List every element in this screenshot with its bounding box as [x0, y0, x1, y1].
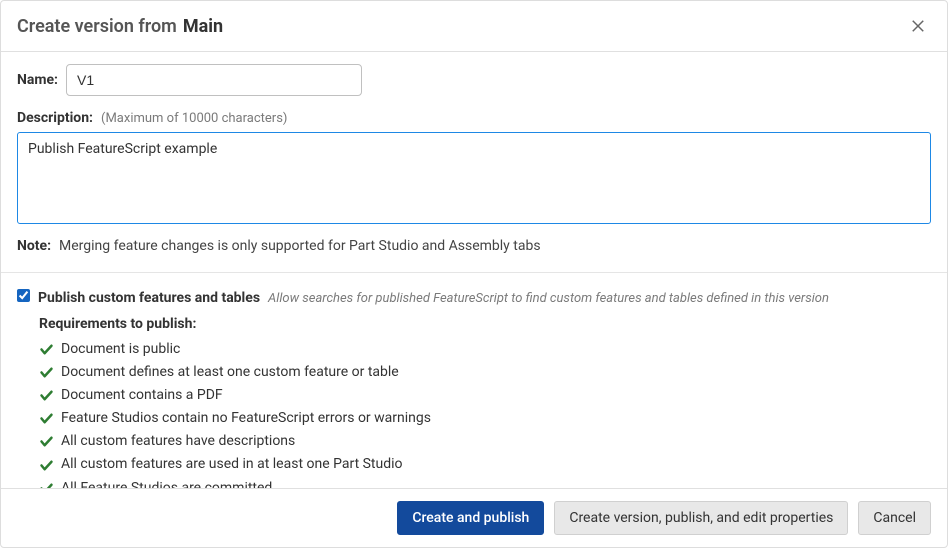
close-icon [909, 17, 927, 35]
publish-checkbox-label: Publish custom features and tables [38, 290, 260, 306]
requirement-item: Document contains a PDF [39, 384, 931, 407]
check-icon [39, 411, 54, 426]
dialog-body: Name: Description: (Maximum of 10000 cha… [1, 52, 947, 488]
create-publish-edit-button[interactable]: Create version, publish, and edit proper… [554, 501, 848, 535]
name-label: Name: [17, 72, 58, 88]
check-icon [39, 365, 54, 380]
requirements-title: Requirements to publish: [39, 316, 931, 332]
requirement-item: All custom features are used in at least… [39, 453, 931, 476]
create-version-dialog: Create version from Main Name: Descripti… [0, 0, 948, 548]
note-row: Note: Merging feature changes is only su… [17, 238, 931, 272]
title-prefix: Create version from [17, 16, 177, 37]
check-icon [39, 481, 54, 488]
requirement-item: Document is public [39, 338, 931, 361]
requirement-text: All Feature Studios are committed. [61, 477, 276, 488]
requirement-item: All custom features have descriptions [39, 430, 931, 453]
dialog-header: Create version from Main [1, 1, 947, 52]
description-label-row: Description: (Maximum of 10000 character… [17, 110, 931, 126]
requirements-block: Requirements to publish: Document is pub… [39, 316, 931, 488]
description-hint: (Maximum of 10000 characters) [101, 111, 287, 126]
publish-checkbox[interactable] [17, 289, 30, 302]
create-and-publish-button[interactable]: Create and publish [397, 501, 544, 535]
cancel-button[interactable]: Cancel [858, 501, 931, 535]
requirement-item: Feature Studios contain no FeatureScript… [39, 407, 931, 430]
dialog-footer: Create and publish Create version, publi… [1, 488, 947, 547]
requirement-text: Document is public [61, 338, 180, 361]
requirement-item: Document defines at least one custom fea… [39, 361, 931, 384]
check-icon [39, 342, 54, 357]
note-text: Merging feature changes is only supporte… [59, 238, 541, 254]
requirements-list: Document is publicDocument defines at le… [39, 338, 931, 488]
description-textarea[interactable] [17, 132, 931, 224]
check-icon [39, 388, 54, 403]
title-suffix: Main [183, 16, 223, 37]
requirement-text: All custom features are used in at least… [61, 453, 403, 476]
name-row: Name: [17, 64, 931, 96]
name-input[interactable] [66, 64, 362, 96]
requirement-text: All custom features have descriptions [61, 430, 295, 453]
description-label: Description: [17, 110, 93, 126]
requirement-text: Document defines at least one custom fea… [61, 361, 399, 384]
divider [1, 272, 947, 273]
close-button[interactable] [905, 13, 931, 39]
requirement-text: Document contains a PDF [61, 384, 223, 407]
publish-row: Publish custom features and tables Allow… [17, 287, 931, 306]
check-icon [39, 458, 54, 473]
check-icon [39, 434, 54, 449]
requirement-text: Feature Studios contain no FeatureScript… [61, 407, 431, 430]
note-label: Note: [17, 238, 51, 254]
publish-checkbox-hint: Allow searches for published FeatureScri… [268, 291, 829, 306]
dialog-title: Create version from Main [17, 16, 223, 37]
requirement-item: All Feature Studios are committed. [39, 477, 931, 488]
